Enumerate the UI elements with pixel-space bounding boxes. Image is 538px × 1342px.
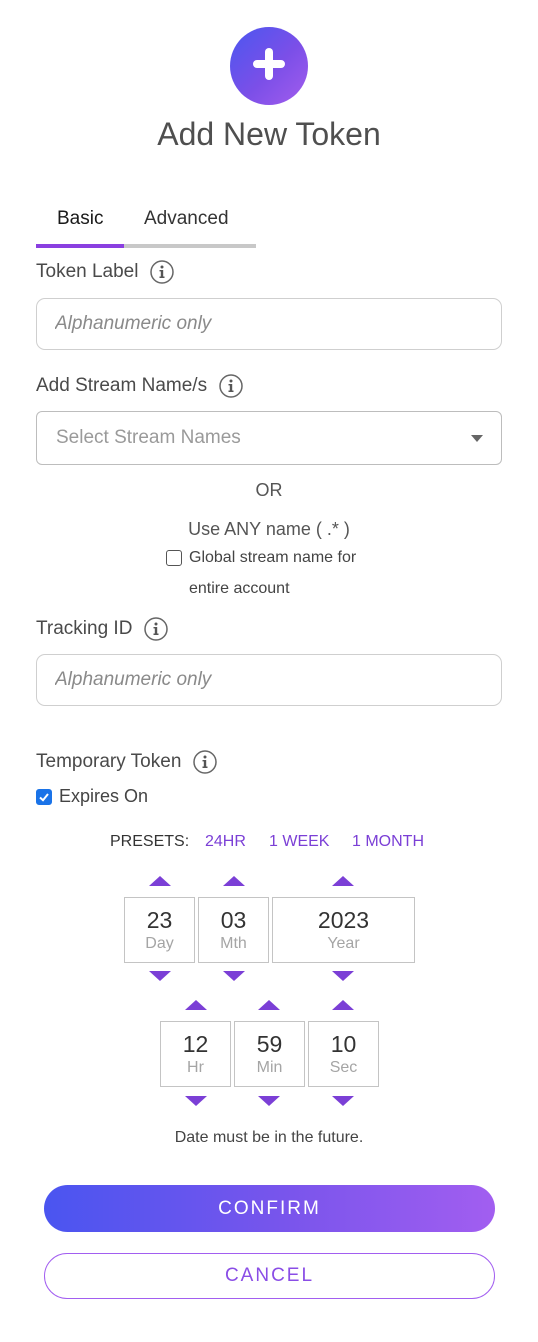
year-increment-icon[interactable] xyxy=(332,876,354,886)
stream-names-select[interactable]: Select Stream Names xyxy=(36,411,502,465)
info-icon[interactable] xyxy=(193,750,218,774)
second-increment-icon[interactable] xyxy=(332,1000,354,1010)
month-unit: Mth xyxy=(220,935,247,952)
minute-field[interactable]: 59 Min xyxy=(234,1021,305,1087)
stream-names-text: Add Stream Name/s xyxy=(36,375,208,396)
preset-24hr[interactable]: 24HR xyxy=(205,833,246,851)
tab-basic[interactable]: Basic xyxy=(57,208,103,230)
global-stream-label-line2: entire account xyxy=(189,580,290,597)
page-title: Add New Token xyxy=(157,116,381,152)
presets-label: PRESETS: xyxy=(110,833,190,850)
minute-increment-icon[interactable] xyxy=(258,1000,280,1010)
plus-icon xyxy=(250,45,288,88)
tracking-id-heading: Tracking ID xyxy=(36,617,169,641)
hour-value: 12 xyxy=(182,1031,209,1057)
token-label-heading: Token Label xyxy=(36,260,175,284)
day-field[interactable]: 23 Day xyxy=(124,897,195,963)
year-unit: Year xyxy=(327,935,360,952)
global-stream-label-line1: Global stream name for xyxy=(189,549,357,566)
hour-unit: Hr xyxy=(187,1059,204,1076)
any-name-text: Use ANY name ( .* ) xyxy=(188,519,350,539)
year-decrement-icon[interactable] xyxy=(332,971,354,981)
token-label-text: Token Label xyxy=(36,261,139,282)
day-unit: Day xyxy=(145,935,174,952)
temporary-token-text: Temporary Token xyxy=(36,751,182,772)
tab-bar: Basic Advanced xyxy=(36,202,256,250)
preset-1-month[interactable]: 1 MONTH xyxy=(352,833,424,851)
expires-on-label: Expires On xyxy=(59,786,149,806)
month-decrement-icon[interactable] xyxy=(223,971,245,981)
stream-names-placeholder: Select Stream Names xyxy=(56,427,241,448)
minute-unit: Min xyxy=(256,1059,283,1076)
hour-field[interactable]: 12 Hr xyxy=(160,1021,231,1087)
cancel-button[interactable]: CANCEL xyxy=(44,1253,495,1299)
day-increment-icon[interactable] xyxy=(149,876,171,886)
date-hint: Date must be in the future. xyxy=(174,1129,364,1146)
expires-on-checkbox[interactable] xyxy=(36,788,52,805)
tab-active-indicator xyxy=(36,244,124,248)
year-field[interactable]: 2023 Year xyxy=(272,897,415,963)
info-icon[interactable] xyxy=(144,617,169,641)
second-decrement-icon[interactable] xyxy=(332,1096,354,1106)
hour-decrement-icon[interactable] xyxy=(185,1096,207,1106)
tracking-id-input[interactable] xyxy=(36,654,502,706)
day-decrement-icon[interactable] xyxy=(149,971,171,981)
preset-1-week[interactable]: 1 WEEK xyxy=(269,833,329,851)
month-value: 03 xyxy=(220,907,247,933)
check-icon xyxy=(39,792,49,802)
second-unit: Sec xyxy=(329,1059,358,1076)
tab-advanced[interactable]: Advanced xyxy=(144,208,229,230)
year-value: 2023 xyxy=(317,907,370,933)
minute-value: 59 xyxy=(256,1031,283,1057)
confirm-button[interactable]: CONFIRM xyxy=(44,1185,495,1232)
tracking-id-text: Tracking ID xyxy=(36,618,133,639)
global-stream-checkbox[interactable] xyxy=(166,550,182,566)
info-icon[interactable] xyxy=(150,260,175,284)
stream-names-heading: Add Stream Name/s xyxy=(36,374,243,398)
info-icon[interactable] xyxy=(219,374,243,398)
day-value: 23 xyxy=(146,907,173,933)
add-token-button[interactable] xyxy=(230,27,308,105)
second-value: 10 xyxy=(330,1031,357,1057)
chevron-down-icon xyxy=(471,435,483,442)
second-field[interactable]: 10 Sec xyxy=(308,1021,379,1087)
minute-decrement-icon[interactable] xyxy=(258,1096,280,1106)
month-field[interactable]: 03 Mth xyxy=(198,897,269,963)
global-stream-option[interactable]: Global stream name for xyxy=(166,549,356,567)
temporary-token-heading: Temporary Token xyxy=(36,750,218,774)
or-divider-text: OR xyxy=(255,480,283,500)
expires-on-option[interactable]: Expires On xyxy=(36,786,148,807)
hour-increment-icon[interactable] xyxy=(185,1000,207,1010)
token-label-input[interactable] xyxy=(36,298,502,350)
month-increment-icon[interactable] xyxy=(223,876,245,886)
